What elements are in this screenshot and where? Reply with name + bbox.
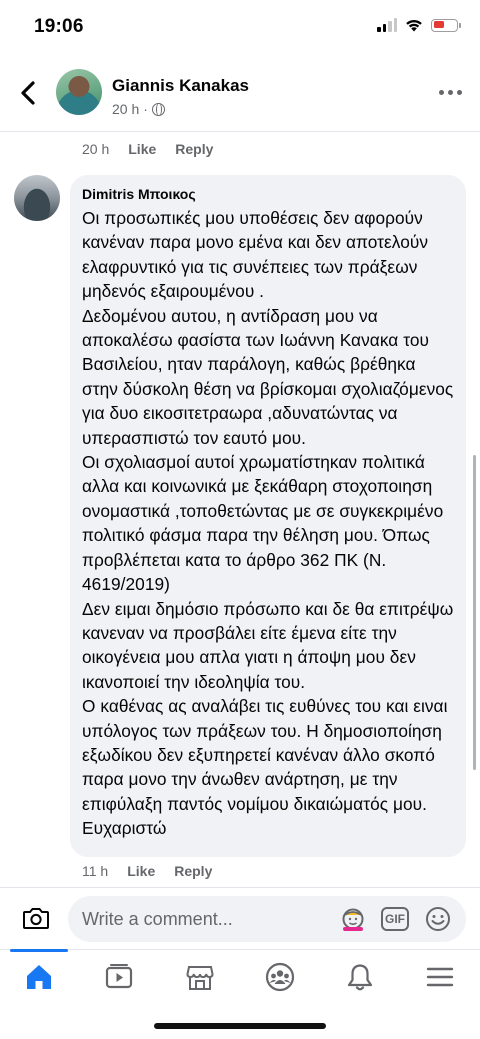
comment-input-wrapper[interactable]: GIF [68, 896, 466, 942]
tab-video[interactable] [104, 962, 134, 992]
status-time: 19:06 [34, 16, 84, 37]
bell-icon [347, 964, 373, 991]
gif-icon[interactable]: GIF [381, 907, 409, 931]
commenter-avatar[interactable] [14, 175, 60, 221]
camera-icon[interactable] [22, 906, 50, 930]
comment-composer: GIF [0, 887, 480, 949]
tab-notifications[interactable] [345, 962, 375, 992]
tab-home[interactable] [24, 962, 54, 992]
post-author-name[interactable]: Giannis Kanakas [112, 76, 249, 96]
tab-menu[interactable] [425, 962, 455, 992]
back-arrow-icon[interactable] [18, 78, 38, 108]
active-tab-indicator [10, 949, 68, 952]
more-options-icon[interactable] [439, 90, 462, 95]
bottom-tab-bar [0, 949, 480, 1001]
groups-icon [265, 962, 295, 992]
avatar-sticker-icon[interactable] [340, 907, 366, 933]
home-indicator[interactable] [154, 1023, 326, 1029]
meta-separator: · [143, 101, 148, 117]
home-icon [27, 965, 51, 989]
post-meta: 20 h · [112, 101, 165, 117]
like-button[interactable]: Like [127, 863, 155, 879]
tab-groups[interactable] [265, 962, 295, 992]
comment-actions: 11 h Like Reply [82, 863, 212, 879]
post-timestamp[interactable]: 20 h [112, 101, 139, 117]
previous-reply-button[interactable]: Reply [175, 141, 213, 157]
scrollbar[interactable] [473, 455, 476, 770]
video-icon [105, 964, 133, 989]
status-icons [377, 18, 461, 32]
author-avatar[interactable] [56, 69, 102, 115]
commenter-name[interactable]: Dimitris Μποικος [82, 186, 454, 202]
comment-time[interactable]: 11 h [82, 863, 108, 879]
previous-comment-actions: 20 h Like Reply [82, 141, 213, 157]
post-header: Giannis Kanakas 20 h · [0, 56, 480, 132]
signal-icon [377, 18, 397, 32]
comment-bubble: Dimitris Μποικος Οι προσωπικές μου υποθέ… [70, 175, 466, 857]
emoji-icon[interactable] [425, 906, 451, 932]
comment-input[interactable] [82, 896, 332, 942]
marketplace-icon [186, 966, 214, 990]
tab-marketplace[interactable] [185, 962, 215, 992]
menu-icon [426, 967, 454, 987]
previous-like-button[interactable]: Like [128, 141, 156, 157]
previous-comment-time[interactable]: 20 h [82, 141, 109, 157]
globe-icon [151, 102, 165, 116]
wifi-icon [406, 19, 422, 32]
battery-icon [431, 18, 461, 32]
status-bar: 19:06 [0, 0, 480, 56]
reply-button[interactable]: Reply [174, 863, 212, 879]
comment-text: Οι προσωπικές μου υποθέσεις δεν αφορούν … [82, 208, 454, 839]
